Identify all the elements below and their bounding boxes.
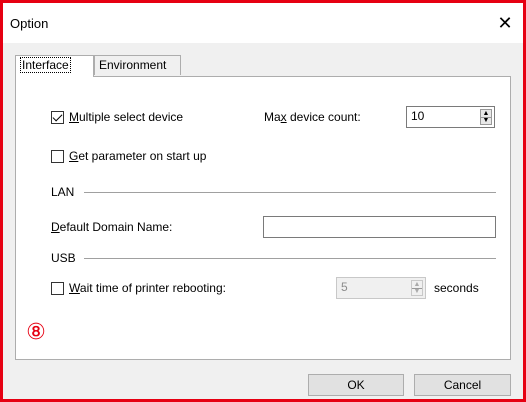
interface-panel: Multiple select device Max device count:… <box>15 76 511 360</box>
lan-group-label: LAN <box>51 185 75 199</box>
default-domain-label: Default Domain Name: <box>51 220 172 234</box>
title-bar: Option ✕ <box>3 3 523 43</box>
spin-down-icon[interactable]: ▼ <box>481 117 491 124</box>
max-device-spin-buttons[interactable]: ▲ ▼ <box>480 109 492 125</box>
usb-group-divider <box>84 258 496 259</box>
ok-button[interactable]: OK <box>308 374 404 396</box>
get-parameter-label: Get parameter on start up <box>69 149 206 163</box>
default-domain-label-text: efault Domain Name: <box>59 220 173 234</box>
default-domain-label-accel: D <box>51 220 60 234</box>
max-device-label-post: device count: <box>286 110 361 124</box>
max-device-count-value: 10 <box>411 109 425 123</box>
wait-time-checkbox[interactable] <box>51 282 64 295</box>
wait-time-spinner[interactable]: 5 ▲ ▼ <box>336 277 426 299</box>
tab-interface-label: Interface <box>20 57 71 73</box>
get-parameter-checkbox[interactable] <box>51 150 64 163</box>
seconds-label: seconds <box>434 281 479 295</box>
close-icon[interactable]: ✕ <box>487 3 523 43</box>
annotation-marker: ⑧ <box>26 319 46 344</box>
multiple-select-checkbox[interactable] <box>51 111 64 124</box>
option-dialog: Option ✕ Interface Environment Multiple … <box>0 0 526 402</box>
get-parameter-label-text: et parameter on start up <box>78 149 207 163</box>
multiple-select-label-text: ultiple select device <box>79 110 184 124</box>
usb-group-label: USB <box>51 251 76 265</box>
wait-time-value: 5 <box>341 280 348 294</box>
wait-time-label: Wait time of printer rebooting: <box>69 281 226 295</box>
cancel-button[interactable]: Cancel <box>414 374 511 396</box>
tab-environment-label: Environment <box>99 58 167 72</box>
spin-down-icon[interactable]: ▼ <box>412 288 422 295</box>
wait-time-label-text: ait time of printer rebooting: <box>79 281 226 295</box>
max-device-label-pre: Ma <box>264 110 281 124</box>
max-device-count-label: Max device count: <box>264 110 361 124</box>
wait-time-label-accel: W <box>69 281 80 295</box>
multiple-select-label-accel: M <box>69 110 79 124</box>
window-title: Option <box>10 16 49 31</box>
lan-group-divider <box>84 192 496 193</box>
get-parameter-label-accel: G <box>69 149 79 163</box>
wait-time-spin-buttons[interactable]: ▲ ▼ <box>411 280 423 296</box>
multiple-select-label: Multiple select device <box>69 110 183 124</box>
tab-interface[interactable]: Interface <box>15 55 94 77</box>
default-domain-input[interactable] <box>263 216 496 238</box>
tab-environment[interactable]: Environment <box>94 55 181 75</box>
max-device-count-spinner[interactable]: 10 ▲ ▼ <box>406 106 495 128</box>
